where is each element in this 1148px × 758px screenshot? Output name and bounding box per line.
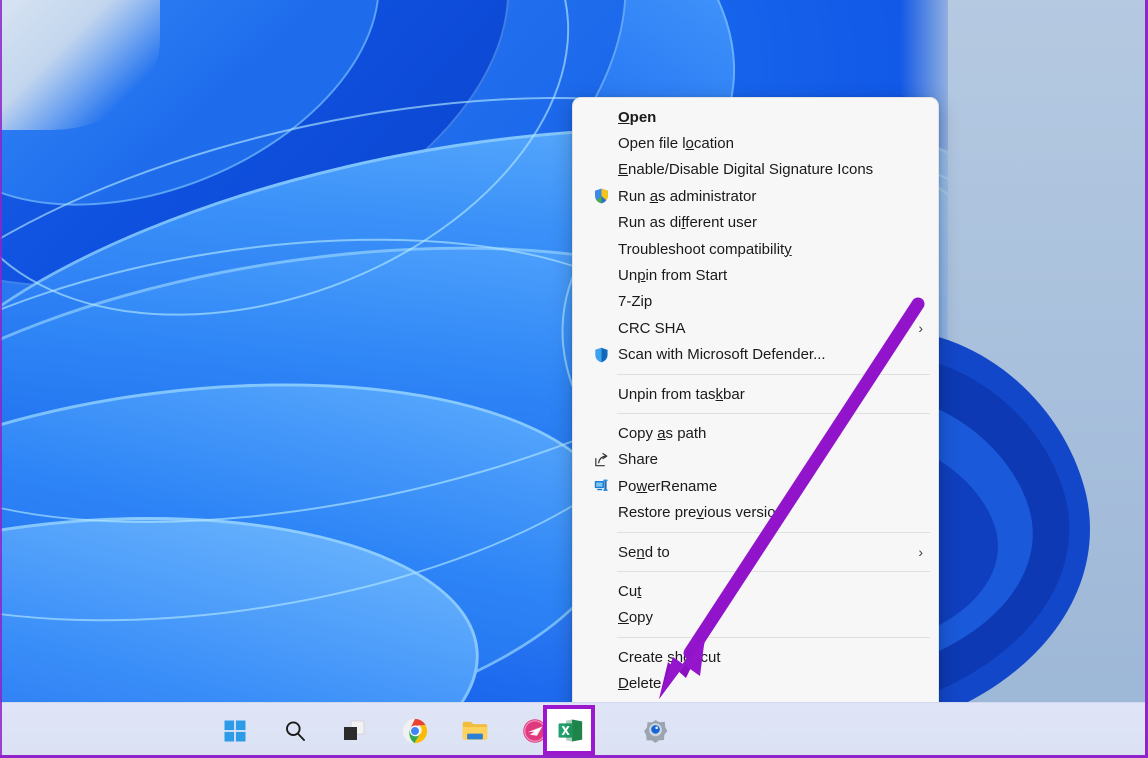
chrome-icon [402,718,428,744]
menu-item-open-file-location[interactable]: Open file location [573,130,938,156]
menu-item-label: Send to [618,544,670,561]
no-icon [592,240,611,259]
menu-item-copy-as-path[interactable]: Copy as path [573,420,938,446]
menu-item-label: Delete [618,675,661,692]
menu-separator [617,374,930,375]
taskbar-item-search[interactable] [278,714,312,748]
folder-icon [461,719,489,743]
menu-item-open[interactable]: Open [573,104,938,130]
menu-item-7-zip[interactable]: 7-Zip › [573,289,938,315]
task-view-icon [342,719,368,743]
page-border-left [0,0,2,758]
menu-item-label: Restore previous version [618,504,784,521]
uac-shield-icon [592,187,611,206]
menu-item-label: Open [618,109,656,126]
menu-item-share[interactable]: Share [573,447,938,473]
menu-separator [617,532,930,533]
menu-item-label: CRC SHA [618,320,686,337]
no-icon [592,674,611,693]
taskbar-app-context-menu[interactable]: Open Open file location Enable/Disable Dig… [572,97,939,722]
no-icon [592,503,611,522]
menu-item-cut[interactable]: Cut [573,578,938,604]
taskbar-item-start[interactable] [218,714,252,748]
menu-item-label: Enable/Disable Digital Signature Icons [618,161,873,178]
windows-start-icon [223,719,247,743]
menu-item-run-as-different-user[interactable]: Run as different user [573,210,938,236]
menu-item-scan-with-microsoft-defender[interactable]: Scan with Microsoft Defender... [573,342,938,368]
excel-icon [556,717,583,744]
no-icon [592,608,611,627]
defender-shield-icon [592,345,611,364]
menu-item-label: Unpin from taskbar [618,386,745,403]
menu-separator [617,637,930,638]
excel-highlight-box [543,705,595,755]
menu-separator [617,413,930,414]
menu-item-label: Scan with Microsoft Defender... [618,346,826,363]
menu-item-powerrename[interactable]: PowerRename [573,473,938,499]
menu-item-copy[interactable]: Copy [573,605,938,631]
menu-item-label: Cut [618,583,641,600]
gear-eye-icon [642,718,669,745]
menu-separator [617,571,930,572]
menu-item-label: Create shortcut [618,649,721,666]
chevron-right-icon: › [918,545,923,559]
no-icon [592,543,611,562]
no-icon [592,108,611,127]
menu-item-enable-disable-digital-signature-icons[interactable]: Enable/Disable Digital Signature Icons [573,157,938,183]
taskbar-item-settings-app[interactable] [638,714,672,748]
menu-item-label: PowerRename [618,478,717,495]
menu-item-unpin-from-start[interactable]: Unpin from Start [573,262,938,288]
no-icon [592,319,611,338]
menu-item-crc-sha[interactable]: CRC SHA › [573,315,938,341]
chevron-right-icon: › [918,321,923,335]
menu-item-unpin-from-taskbar[interactable]: Unpin from taskbar [573,381,938,407]
no-icon [592,266,611,285]
menu-item-label: Copy [618,609,653,626]
no-icon [592,213,611,232]
menu-item-send-to[interactable]: Send to › [573,539,938,565]
no-icon [592,134,611,153]
search-icon [283,719,307,743]
menu-item-label: Copy as path [618,425,706,442]
share-icon [592,450,611,469]
menu-item-label: Troubleshoot compatibility [618,241,792,258]
taskbar-item-file-explorer[interactable] [458,714,492,748]
menu-item-label: 7-Zip [618,293,652,310]
menu-item-delete[interactable]: Delete [573,670,938,696]
taskbar-item-task-view[interactable] [338,714,372,748]
no-icon [592,160,611,179]
no-icon [592,292,611,311]
chevron-right-icon: › [918,295,923,309]
menu-item-label: Run as administrator [618,188,756,205]
menu-item-label: Run as different user [618,214,757,231]
menu-item-troubleshoot-compatibility[interactable]: Troubleshoot compatibility [573,236,938,262]
menu-item-label: Share [618,451,658,468]
no-icon [592,424,611,443]
menu-item-run-as-administrator[interactable]: Run as administrator [573,183,938,209]
menu-item-restore-previous-version[interactable]: Restore previous version [573,499,938,525]
menu-item-label: Unpin from Start [618,267,727,284]
menu-item-create-shortcut[interactable]: Create shortcut [573,644,938,670]
no-icon [592,648,611,667]
no-icon [592,385,611,404]
taskbar-item-chrome[interactable] [398,714,432,748]
powerrename-icon [592,477,611,496]
menu-item-label: Open file location [618,135,734,152]
no-icon [592,582,611,601]
